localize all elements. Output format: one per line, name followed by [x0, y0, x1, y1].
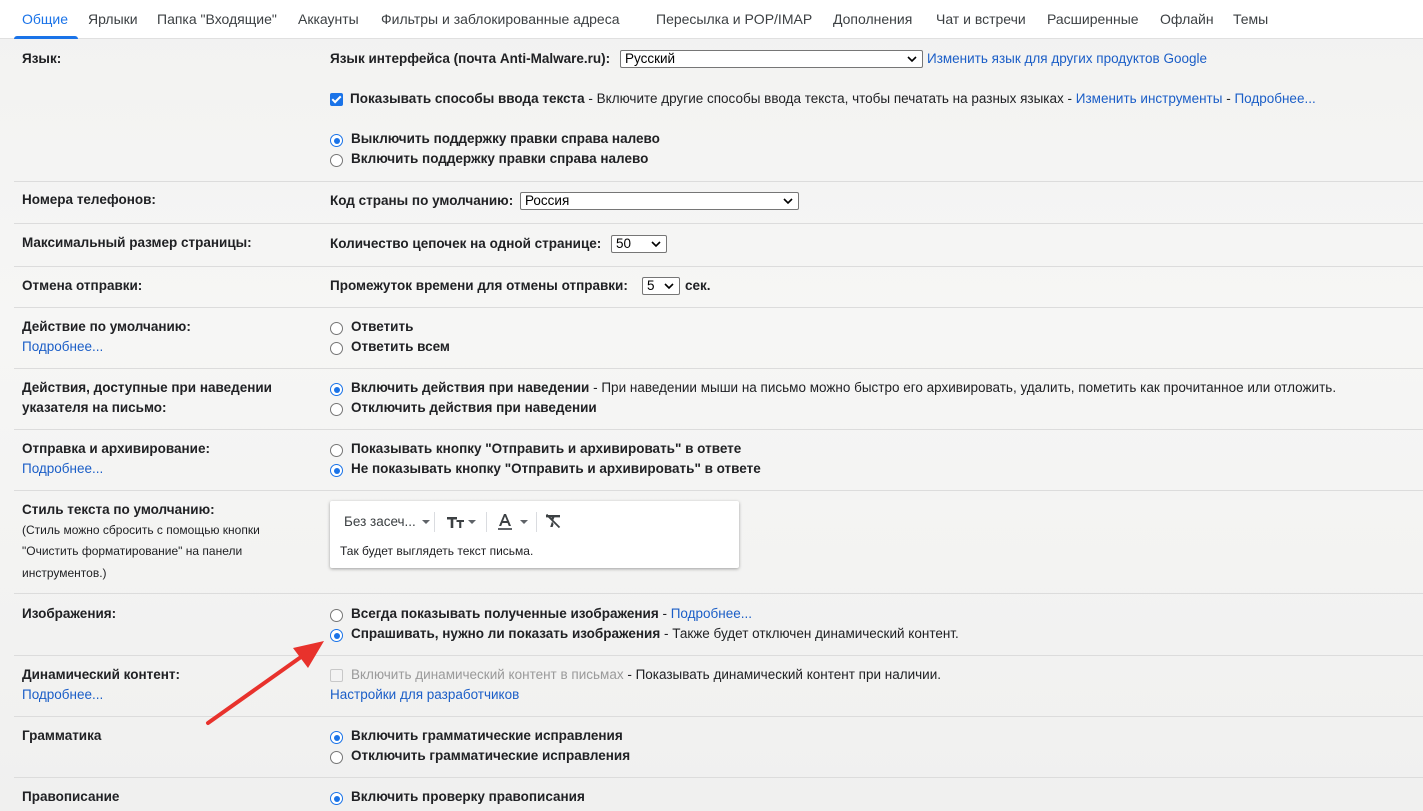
settings-page: Общие Ярлыки Папка "Входящие" Аккаунты Ф…	[0, 0, 1423, 811]
annotation-arrow-icon	[206, 641, 324, 725]
